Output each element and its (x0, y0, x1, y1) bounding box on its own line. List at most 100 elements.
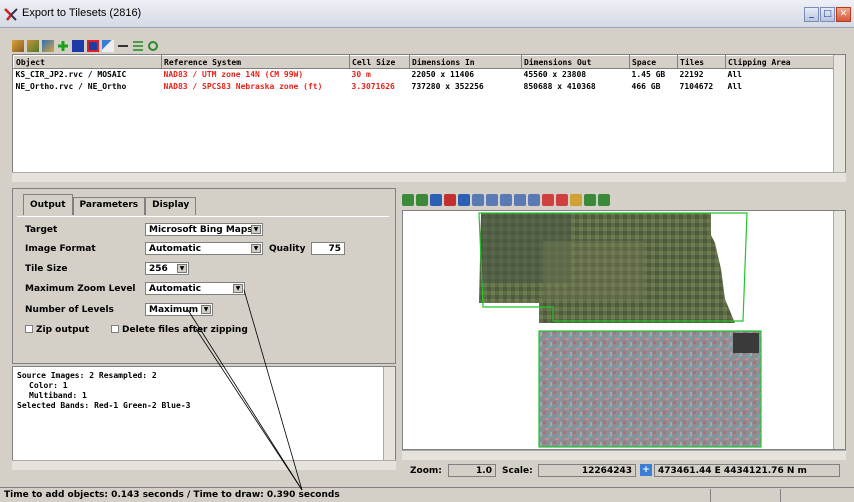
pan-icon[interactable] (458, 194, 470, 206)
cell-size-cell: 3.3071626 (351, 82, 395, 91)
quality-field[interactable]: 75 (311, 242, 345, 255)
table-row[interactable]: KS_CIR_JP2.rvc / MOSAIC NAD83 / UTM zone… (14, 69, 836, 81)
column-header-cell-size[interactable]: Cell Size (349, 55, 410, 69)
dimensions-out-cell: 45560 x 23808 (523, 70, 587, 80)
layer-controls-icon[interactable] (402, 194, 414, 206)
object-list-horizontal-scrollbar[interactable] (12, 172, 846, 182)
gps-icon[interactable] (444, 194, 456, 206)
dimensions-out-cell: 850688 x 410368 (523, 82, 596, 91)
zoom-box-icon[interactable] (472, 194, 484, 206)
column-header-dimensions-out[interactable]: Dimensions Out (521, 55, 630, 69)
main-toolbar (12, 38, 159, 54)
add-group-icon[interactable] (42, 40, 54, 52)
blue-square-icon[interactable] (72, 40, 84, 52)
image-format-label: Image Format (25, 244, 96, 254)
column-header-reference-system[interactable]: Reference System (161, 55, 350, 69)
info-line: Source Images: 2 Resampled: 2 (17, 371, 157, 380)
max-zoom-dropdown[interactable]: Automatic ▼ (145, 282, 245, 295)
zoom-field[interactable]: 1.0 (448, 464, 496, 477)
tab-parameters[interactable]: Parameters (72, 197, 146, 215)
save-view-icon[interactable] (598, 194, 610, 206)
column-header-tiles[interactable]: Tiles (677, 55, 726, 69)
zoom-reset-icon[interactable] (528, 194, 540, 206)
info-horizontal-scrollbar[interactable] (12, 460, 396, 470)
remove-icon[interactable] (117, 40, 129, 52)
checkbox-box (25, 325, 33, 333)
chevron-down-icon: ▼ (251, 225, 261, 234)
view-horizontal-scrollbar[interactable] (402, 450, 846, 460)
reference-system-cell: NAD83 / UTM zone 14N (CM 99W) (163, 70, 304, 80)
column-header-dimensions-in[interactable]: Dimensions In (409, 55, 522, 69)
red-square-icon[interactable] (87, 40, 99, 52)
info-line: Color: 1 (29, 381, 68, 390)
object-list-vertical-scrollbar[interactable] (833, 55, 845, 181)
coordinate-type-icon[interactable]: + (640, 464, 652, 476)
redraw-icon[interactable] (556, 194, 568, 206)
clipping-area-cell: All (727, 70, 742, 80)
close-button[interactable]: ✕ (836, 7, 851, 22)
dimensions-in-cell: 737280 x 352256 (411, 82, 484, 91)
tab-display[interactable]: Display (145, 197, 197, 215)
quality-label: Quality (269, 244, 306, 254)
zoom-full-icon[interactable] (514, 194, 526, 206)
reference-system-cell: NAD83 / SPCS83 Nebraska zone (ft) (163, 82, 323, 91)
column-header-object[interactable]: Object (13, 55, 162, 69)
checkbox-box (111, 325, 119, 333)
status-divider (710, 489, 711, 502)
add-layers-icon[interactable] (27, 40, 39, 52)
zoom-in-icon[interactable] (486, 194, 498, 206)
tntmips-app-icon (4, 8, 18, 21)
tile-size-label: Tile Size (25, 264, 68, 274)
layer-manager-icon[interactable] (416, 194, 428, 206)
target-dropdown[interactable]: Microsoft Bing Maps ▼ (145, 223, 263, 236)
image-format-value: Automatic (149, 244, 202, 254)
status-divider (780, 489, 781, 502)
target-label: Target (25, 225, 58, 235)
table-row[interactable]: NE_Ortho.rvc / NE_Ortho NAD83 / SPCS83 N… (14, 81, 836, 93)
view-vertical-scrollbar[interactable] (833, 211, 845, 449)
pencil-icon[interactable] (102, 40, 114, 52)
maximize-button[interactable]: □ (820, 7, 835, 22)
chevron-down-icon: ▼ (251, 244, 261, 253)
draw-icon[interactable] (570, 194, 582, 206)
tab-output[interactable]: Output (23, 194, 73, 215)
tile-size-value: 256 (149, 264, 168, 274)
column-header-space[interactable]: Space (629, 55, 678, 69)
zoom-selected-icon[interactable] (542, 194, 554, 206)
max-zoom-label: Maximum Zoom Level (25, 284, 136, 294)
zoom-out-icon[interactable] (500, 194, 512, 206)
list-icon[interactable] (132, 40, 144, 52)
tile-size-dropdown[interactable]: 256 ▼ (145, 262, 189, 275)
zoom-label: Zoom: (410, 466, 442, 476)
status-text: Time to add objects: 0.143 seconds / Tim… (4, 490, 340, 500)
chevron-down-icon: ▼ (177, 264, 187, 273)
info-vertical-scrollbar[interactable] (383, 367, 395, 469)
coordinates-readout: 473461.44 E 4434121.76 N m (654, 464, 840, 477)
minimize-button[interactable]: _ (804, 7, 819, 22)
delete-files-checkbox[interactable]: Delete files after zipping (111, 325, 248, 335)
object-list: Object Reference System Cell Size Dimens… (12, 54, 846, 182)
scale-label: Scale: (502, 466, 533, 476)
target-value: Microsoft Bing Maps (149, 225, 253, 235)
dimensions-in-cell: 22050 x 11406 (411, 70, 475, 80)
space-cell: 1.45 GB (631, 70, 666, 80)
tiles-cell: 22192 (679, 70, 704, 80)
column-header-clipping-area[interactable]: Clipping Area (725, 55, 836, 69)
plus-icon[interactable] (57, 40, 69, 52)
zip-output-label: Zip output (36, 325, 90, 335)
source-info-panel: Source Images: 2 Resampled: 2 Color: 1 M… (12, 366, 396, 470)
levels-dropdown[interactable]: Maximum ▼ (145, 303, 213, 316)
layer-list-icon[interactable] (584, 194, 596, 206)
scale-field[interactable]: 12264243 (538, 464, 636, 477)
image-format-dropdown[interactable]: Automatic ▼ (145, 242, 263, 255)
refresh-icon[interactable] (147, 40, 159, 52)
delete-files-label: Delete files after zipping (122, 325, 248, 335)
add-objects-icon[interactable] (12, 40, 24, 52)
settings-tabs: Output Parameters Display (23, 194, 197, 215)
tiles-cell: 7104672 (679, 82, 714, 91)
levels-label: Number of Levels (25, 305, 114, 315)
map-view[interactable] (402, 210, 846, 450)
view-window-icon[interactable] (430, 194, 442, 206)
zip-output-checkbox[interactable]: Zip output (25, 325, 89, 335)
max-zoom-value: Automatic (149, 284, 202, 294)
